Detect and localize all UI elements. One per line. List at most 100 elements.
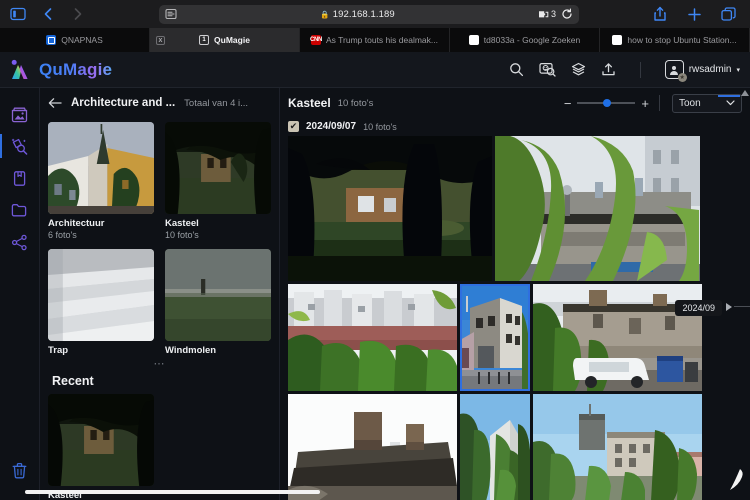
album-count: 6 foto's [48, 230, 77, 240]
chevron-down-icon [726, 100, 735, 106]
zoom-out-button[interactable]: − [564, 97, 572, 110]
rail-item-folders[interactable] [0, 194, 40, 226]
extensions-badge[interactable]: 3 [538, 9, 556, 20]
face-search-icon[interactable] [539, 62, 556, 77]
tab-strip: QNAPNAS x 1 QuMagie CNN As Trump touts h… [0, 28, 750, 52]
photo-thumbnail[interactable] [288, 136, 492, 281]
rail-item-share[interactable] [0, 226, 40, 258]
search-icon[interactable] [509, 62, 524, 77]
body: Architecture and ... Totaal van 4 i... A… [0, 88, 750, 500]
date-count: 10 foto's [363, 121, 397, 132]
url-value: 192.168.1.189 [332, 8, 395, 20]
tab-qnapnas[interactable]: QNAPNAS [0, 28, 150, 52]
tab-title: As Trump touts his dealmak... [326, 35, 438, 45]
photos-icon [11, 107, 28, 122]
sidebar-header: Architecture and ... Totaal van 4 i... [40, 88, 279, 118]
album-count: 10 foto's [165, 230, 199, 240]
tab-title: how to stop Ubuntu Station... [627, 35, 737, 45]
upload-icon[interactable] [601, 62, 616, 77]
folder-icon [11, 203, 27, 216]
scroll-thumb-icon[interactable] [741, 88, 749, 96]
photo-thumbnail[interactable] [288, 394, 457, 500]
tab-cnn[interactable]: CNN As Trump touts his dealmak... [300, 28, 450, 52]
close-icon[interactable]: x [156, 35, 165, 45]
user-menu[interactable]: ★ rwsadmin ▾ [664, 60, 740, 82]
tab-qumagie[interactable]: x 1 QuMagie [150, 28, 300, 52]
album-grid: Architectuur 6 foto's Kasteel 10 foto's … [40, 118, 279, 362]
thumb-kasteel [165, 122, 271, 214]
album-card[interactable]: Windmolen [165, 249, 271, 356]
album-thumbnail [165, 249, 271, 341]
share-icon[interactable] [650, 4, 670, 24]
album-name: Trap [48, 345, 69, 356]
left-rail [0, 88, 40, 500]
photo-thumbnail[interactable] [288, 284, 457, 391]
photo-row [288, 284, 740, 391]
brand[interactable]: QuMagie [8, 59, 112, 81]
zoom-slider[interactable] [577, 98, 636, 108]
album-card[interactable]: Kasteel [48, 394, 154, 500]
back-arrow-icon[interactable] [48, 97, 62, 109]
main-header: Kasteel 10 foto's − + Toon [280, 88, 750, 118]
page-title: Kasteel [288, 96, 331, 110]
browser-toolbar: 🔒 192.168.1.189 3 [0, 0, 750, 28]
rail-item-trash[interactable] [0, 454, 40, 486]
album-sidebar: Architecture and ... Totaal van 4 i... A… [40, 88, 280, 500]
photo-thumbnail[interactable] [460, 284, 530, 391]
zoom-control: − + [564, 97, 649, 110]
home-indicator[interactable] [25, 490, 320, 494]
reload-icon[interactable] [560, 8, 573, 21]
timeline-tooltip: 2024/09 [675, 300, 722, 316]
thumb-windmolen [165, 249, 271, 341]
tab-google-ubuntu[interactable]: G how to stop Ubuntu Station... [600, 28, 750, 52]
tabs-overview-icon[interactable] [718, 4, 738, 24]
scroll-position-indicator [718, 95, 740, 97]
brand-name: QuMagie [39, 59, 113, 79]
timeline-pointer-icon [726, 303, 732, 311]
address-bar[interactable]: 🔒 192.168.1.189 3 [159, 4, 579, 24]
sidebar-toggle-icon[interactable] [8, 4, 28, 24]
album-card[interactable]: Kasteel 10 foto's [165, 122, 271, 240]
thumb-recent-kasteel [48, 394, 154, 486]
slider-knob[interactable] [602, 99, 611, 107]
google-icon: G [468, 35, 479, 45]
sidebar-title: Architecture and ... [71, 97, 176, 109]
pencil-icon[interactable] [722, 467, 744, 496]
rail-item-photos[interactable] [0, 98, 40, 130]
tab-title: QuMagie [214, 35, 250, 45]
album-thumbnail [48, 122, 154, 214]
browser-nav-group [8, 4, 88, 24]
album-card[interactable]: Architectuur 6 foto's [48, 122, 154, 240]
rail-item-magic-search[interactable] [0, 130, 40, 162]
album-card[interactable]: Trap [48, 249, 154, 356]
avatar: ★ [664, 60, 687, 82]
plus-icon[interactable] [684, 4, 704, 24]
date-label: 2024/09/07 [306, 121, 357, 132]
thumb-architectuur [48, 122, 154, 214]
photo-thumbnail[interactable] [460, 394, 530, 500]
album-name: Architectuur [48, 218, 105, 229]
reader-view-icon[interactable] [165, 8, 177, 20]
qumagie-icon: 1 [199, 35, 210, 45]
photo-ruin-behind-trees [495, 136, 700, 281]
zoom-in-button[interactable]: + [641, 97, 649, 110]
forward-chevron-icon[interactable] [68, 4, 88, 24]
photo-thumbnail[interactable] [495, 136, 700, 281]
back-chevron-icon[interactable] [38, 4, 58, 24]
thumb-trap [48, 249, 154, 341]
photo-thumbnail[interactable] [533, 394, 702, 500]
qnap-icon [46, 35, 57, 45]
rail-item-albums[interactable] [0, 162, 40, 194]
photo-grid [280, 136, 750, 500]
tab-google-search[interactable]: G td8033a - Google Zoeken [450, 28, 600, 52]
chevron-down-icon: ▾ [736, 66, 740, 74]
select-all-checkbox[interactable]: ✔ [288, 121, 299, 132]
timeline-scrollbar[interactable] [740, 88, 750, 500]
resize-handle[interactable]: ⋯ [148, 359, 171, 370]
cnn-icon: CNN [309, 35, 323, 45]
photo-corner-house-blue-sky [460, 284, 530, 391]
browser-actions-group [650, 4, 742, 24]
stack-print-icon[interactable] [571, 62, 586, 77]
header-divider [639, 61, 641, 78]
sidebar-total: Totaal van 4 i... [184, 97, 249, 109]
